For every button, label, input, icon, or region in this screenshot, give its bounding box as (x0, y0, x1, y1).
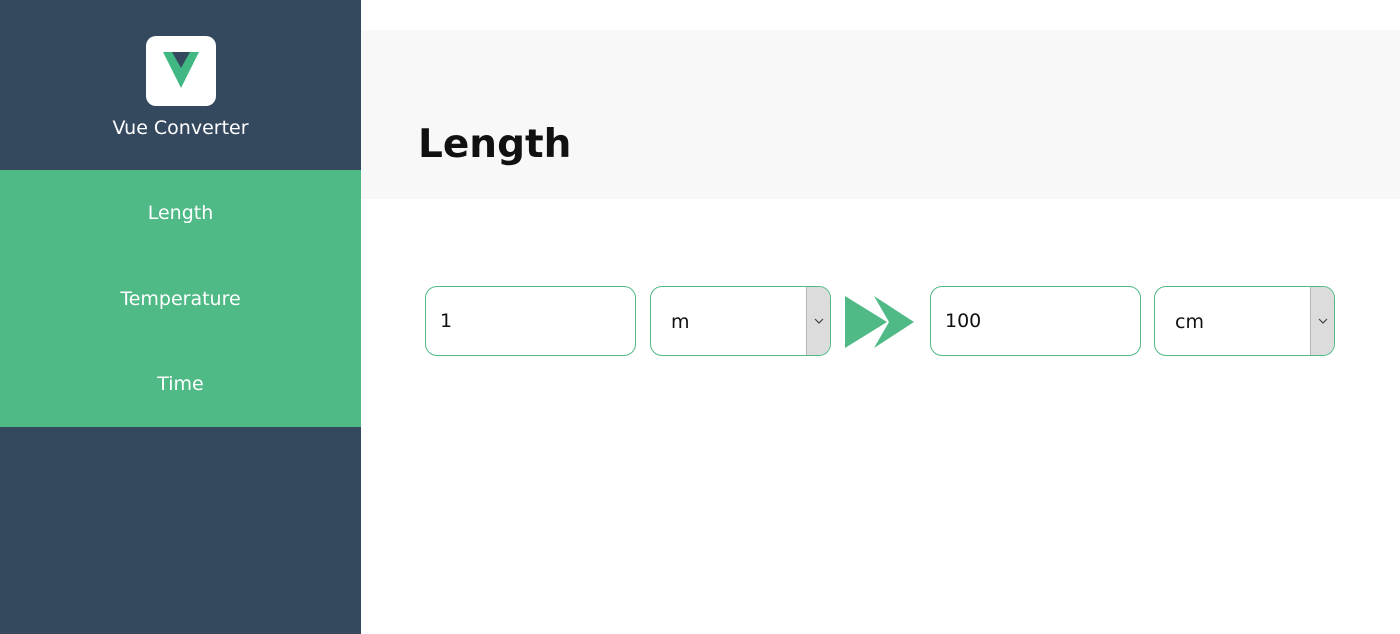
page-header: Length (361, 30, 1400, 199)
sidebar-item-time[interactable]: Time (0, 341, 361, 427)
to-unit-select[interactable]: cm (1154, 286, 1335, 356)
page-title: Length (418, 122, 572, 167)
from-value-input[interactable] (426, 287, 635, 355)
double-chevron-right-icon (845, 296, 914, 348)
to-unit-value: cm (1175, 311, 1204, 333)
app-root: Vue Converter Length Temperature Time Le… (0, 0, 1400, 634)
sidebar: Vue Converter Length Temperature Time (0, 0, 361, 634)
sidebar-item-temperature[interactable]: Temperature (0, 256, 361, 342)
from-unit-dropdown-button[interactable] (806, 287, 830, 355)
chevron-down-icon (814, 318, 824, 324)
to-value-field[interactable] (930, 286, 1141, 356)
from-unit-select[interactable]: m (650, 286, 831, 356)
vue-logo-icon (146, 36, 216, 106)
sidebar-nav: Length Temperature Time (0, 170, 361, 427)
from-unit-value: m (671, 311, 690, 333)
to-value-input[interactable] (931, 287, 1140, 355)
sidebar-item-length[interactable]: Length (0, 170, 361, 256)
app-name: Vue Converter (112, 117, 249, 139)
from-value-field[interactable] (425, 286, 636, 356)
to-unit-dropdown-button[interactable] (1310, 287, 1334, 355)
brand: Vue Converter (0, 0, 361, 170)
chevron-down-icon (1318, 318, 1328, 324)
